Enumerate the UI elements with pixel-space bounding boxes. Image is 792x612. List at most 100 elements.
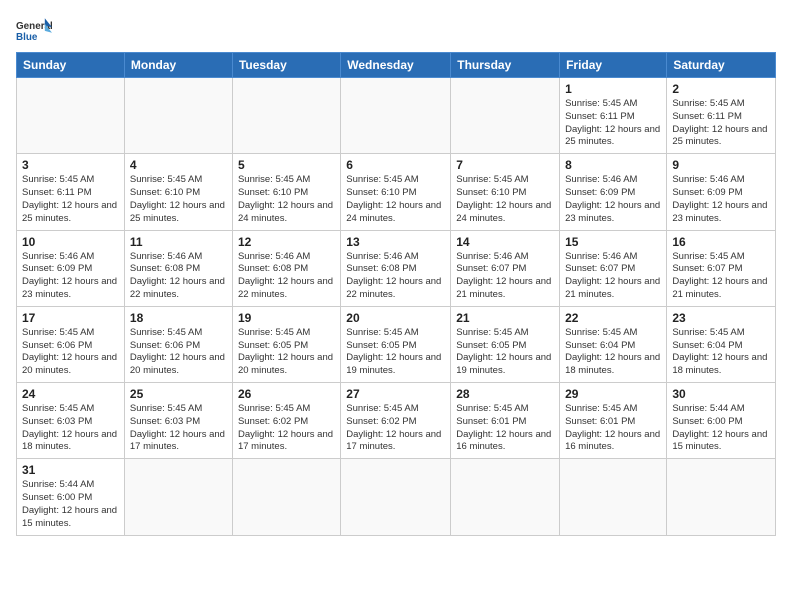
- calendar-cell: 4Sunrise: 5:45 AM Sunset: 6:10 PM Daylig…: [124, 154, 232, 230]
- cell-content: Sunrise: 5:45 AM Sunset: 6:05 PM Dayligh…: [238, 327, 335, 378]
- calendar-cell: 19 Sunrise: 5:45 AM Sunset: 6:05 PM Dayli…: [232, 306, 340, 382]
- cell-content: Sunrise: 5:45 AM Sunset: 6:10 PM Dayligh…: [238, 174, 335, 225]
- day-number: 23: [672, 311, 770, 325]
- cell-content: Sunrise: 5:45 AM Sunset: 6:02 PM Dayligh…: [346, 403, 445, 454]
- day-number: 25: [130, 387, 227, 401]
- calendar-week-row: 17 Sunrise: 5:45 AM Sunset: 6:06 PM Dayli…: [17, 306, 776, 382]
- cell-content: Sunrise: 5:45 AM Sunset: 6:01 PM Dayligh…: [565, 403, 661, 454]
- calendar-cell: [341, 459, 451, 535]
- cell-content: Sunrise: 5:45 AM Sunset: 6:05 PM Dayligh…: [346, 327, 445, 378]
- cell-content: Sunrise: 5:46 AM Sunset: 6:07 PM Dayligh…: [565, 251, 661, 302]
- calendar-cell: 23 Sunrise: 5:45 AM Sunset: 6:04 PM Dayli…: [667, 306, 776, 382]
- day-number: 16: [672, 235, 770, 249]
- day-number: 19: [238, 311, 335, 325]
- weekday-header-saturday: Saturday: [667, 53, 776, 78]
- day-number: 3: [22, 158, 119, 172]
- cell-content: Sunrise: 5:46 AM Sunset: 6:08 PM Dayligh…: [346, 251, 445, 302]
- day-number: 4: [130, 158, 227, 172]
- weekday-header-friday: Friday: [560, 53, 667, 78]
- calendar-cell: 1Sunrise: 5:45 AM Sunset: 6:11 PM Daylig…: [560, 78, 667, 154]
- cell-content: Sunrise: 5:45 AM Sunset: 6:07 PM Dayligh…: [672, 251, 770, 302]
- page-header: General Blue: [16, 16, 776, 44]
- calendar-cell: 22 Sunrise: 5:45 AM Sunset: 6:04 PM Dayli…: [560, 306, 667, 382]
- calendar-cell: 8Sunrise: 5:46 AM Sunset: 6:09 PM Daylig…: [560, 154, 667, 230]
- cell-content: Sunrise: 5:46 AM Sunset: 6:08 PM Dayligh…: [238, 251, 335, 302]
- day-number: 7: [456, 158, 554, 172]
- calendar-cell: 6Sunrise: 5:45 AM Sunset: 6:10 PM Daylig…: [341, 154, 451, 230]
- day-number: 15: [565, 235, 661, 249]
- calendar-cell: 10Sunrise: 5:46 AM Sunset: 6:09 PM Dayli…: [17, 230, 125, 306]
- calendar-cell: [124, 459, 232, 535]
- calendar-cell: 12 Sunrise: 5:46 AM Sunset: 6:08 PM Dayli…: [232, 230, 340, 306]
- calendar-cell: 2 Sunrise: 5:45 AM Sunset: 6:11 PM Daylig…: [667, 78, 776, 154]
- day-number: 24: [22, 387, 119, 401]
- day-number: 21: [456, 311, 554, 325]
- cell-content: Sunrise: 5:44 AM Sunset: 6:00 PM Dayligh…: [22, 479, 119, 530]
- calendar-week-row: 31 Sunrise: 5:44 AM Sunset: 6:00 PM Dayli…: [17, 459, 776, 535]
- svg-text:Blue: Blue: [16, 32, 38, 43]
- day-number: 20: [346, 311, 445, 325]
- day-number: 17: [22, 311, 119, 325]
- day-number: 6: [346, 158, 445, 172]
- calendar-cell: 30Sunrise: 5:44 AM Sunset: 6:00 PM Dayli…: [667, 383, 776, 459]
- calendar-cell: 20 Sunrise: 5:45 AM Sunset: 6:05 PM Dayli…: [341, 306, 451, 382]
- weekday-header-sunday: Sunday: [17, 53, 125, 78]
- day-number: 31: [22, 463, 119, 477]
- calendar-cell: 9Sunrise: 5:46 AM Sunset: 6:09 PM Daylig…: [667, 154, 776, 230]
- calendar-cell: [124, 78, 232, 154]
- cell-content: Sunrise: 5:45 AM Sunset: 6:04 PM Dayligh…: [565, 327, 661, 378]
- cell-content: Sunrise: 5:45 AM Sunset: 6:03 PM Dayligh…: [130, 403, 227, 454]
- cell-content: Sunrise: 5:45 AM Sunset: 6:11 PM Dayligh…: [22, 174, 119, 225]
- day-number: 27: [346, 387, 445, 401]
- day-number: 5: [238, 158, 335, 172]
- calendar-cell: 7 Sunrise: 5:45 AM Sunset: 6:10 PM Daylig…: [451, 154, 560, 230]
- calendar-cell: 17 Sunrise: 5:45 AM Sunset: 6:06 PM Dayli…: [17, 306, 125, 382]
- weekday-header-monday: Monday: [124, 53, 232, 78]
- cell-content: Sunrise: 5:45 AM Sunset: 6:04 PM Dayligh…: [672, 327, 770, 378]
- day-number: 11: [130, 235, 227, 249]
- cell-content: Sunrise: 5:45 AM Sunset: 6:10 PM Dayligh…: [456, 174, 554, 225]
- calendar-cell: 18Sunrise: 5:45 AM Sunset: 6:06 PM Dayli…: [124, 306, 232, 382]
- day-number: 2: [672, 82, 770, 96]
- calendar-cell: 27 Sunrise: 5:45 AM Sunset: 6:02 PM Dayli…: [341, 383, 451, 459]
- day-number: 14: [456, 235, 554, 249]
- calendar-cell: [341, 78, 451, 154]
- calendar-week-row: 3 Sunrise: 5:45 AM Sunset: 6:11 PM Daylig…: [17, 154, 776, 230]
- day-number: 13: [346, 235, 445, 249]
- calendar-cell: 11 Sunrise: 5:46 AM Sunset: 6:08 PM Dayli…: [124, 230, 232, 306]
- day-number: 12: [238, 235, 335, 249]
- cell-content: Sunrise: 5:45 AM Sunset: 6:11 PM Dayligh…: [672, 98, 770, 149]
- logo: General Blue: [16, 16, 52, 44]
- calendar-cell: [232, 78, 340, 154]
- cell-content: Sunrise: 5:45 AM Sunset: 6:02 PM Dayligh…: [238, 403, 335, 454]
- cell-content: Sunrise: 5:46 AM Sunset: 6:08 PM Dayligh…: [130, 251, 227, 302]
- calendar-cell: [17, 78, 125, 154]
- day-number: 29: [565, 387, 661, 401]
- calendar-cell: [232, 459, 340, 535]
- calendar-cell: 5 Sunrise: 5:45 AM Sunset: 6:10 PM Daylig…: [232, 154, 340, 230]
- weekday-header-tuesday: Tuesday: [232, 53, 340, 78]
- calendar-cell: [560, 459, 667, 535]
- calendar-cell: 28Sunrise: 5:45 AM Sunset: 6:01 PM Dayli…: [451, 383, 560, 459]
- cell-content: Sunrise: 5:46 AM Sunset: 6:07 PM Dayligh…: [456, 251, 554, 302]
- calendar-cell: 31 Sunrise: 5:44 AM Sunset: 6:00 PM Dayli…: [17, 459, 125, 535]
- day-number: 9: [672, 158, 770, 172]
- day-number: 1: [565, 82, 661, 96]
- day-number: 18: [130, 311, 227, 325]
- cell-content: Sunrise: 5:45 AM Sunset: 6:01 PM Dayligh…: [456, 403, 554, 454]
- calendar-cell: 16 Sunrise: 5:45 AM Sunset: 6:07 PM Dayli…: [667, 230, 776, 306]
- calendar-cell: 29 Sunrise: 5:45 AM Sunset: 6:01 PM Dayli…: [560, 383, 667, 459]
- logo-icon: General Blue: [16, 16, 52, 44]
- cell-content: Sunrise: 5:45 AM Sunset: 6:06 PM Dayligh…: [22, 327, 119, 378]
- calendar-week-row: 10Sunrise: 5:46 AM Sunset: 6:09 PM Dayli…: [17, 230, 776, 306]
- cell-content: Sunrise: 5:45 AM Sunset: 6:05 PM Dayligh…: [456, 327, 554, 378]
- day-number: 22: [565, 311, 661, 325]
- day-number: 10: [22, 235, 119, 249]
- calendar-cell: 13 Sunrise: 5:46 AM Sunset: 6:08 PM Dayli…: [341, 230, 451, 306]
- calendar-cell: 15 Sunrise: 5:46 AM Sunset: 6:07 PM Dayli…: [560, 230, 667, 306]
- calendar-cell: [451, 459, 560, 535]
- weekday-header-thursday: Thursday: [451, 53, 560, 78]
- cell-content: Sunrise: 5:46 AM Sunset: 6:09 PM Dayligh…: [565, 174, 661, 225]
- cell-content: Sunrise: 5:44 AM Sunset: 6:00 PM Dayligh…: [672, 403, 770, 454]
- calendar-week-row: 1 Sunrise: 5:45 AM Sunset: 6:11 PM Daylig…: [17, 78, 776, 154]
